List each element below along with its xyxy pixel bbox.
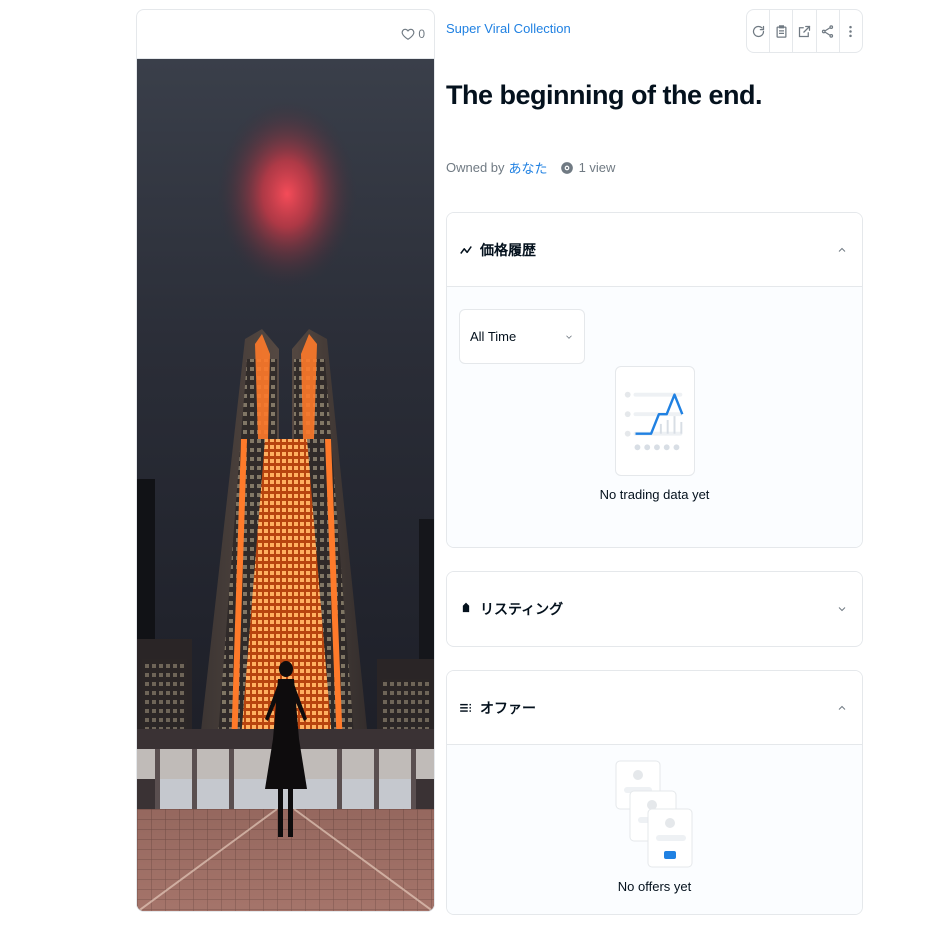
refresh-button[interactable] [747,10,771,52]
time-range-select[interactable]: All Time [459,309,585,364]
chevron-up-icon [838,705,846,710]
more-icon [849,25,853,37]
time-range-value: All Time [470,329,517,344]
price-history-body: All Time No trading data yet [447,286,862,547]
offers-header[interactable]: オファー [447,671,862,744]
list-icon [459,701,473,715]
views-label: 1 view [578,160,616,175]
chevron-up-icon [838,247,846,252]
nft-image[interactable] [137,59,434,911]
owner-link[interactable]: あなた [509,158,548,177]
no-trading-data-text: No trading data yet [599,487,710,502]
owned-by-label: Owned by [446,160,505,175]
share-button[interactable] [817,10,840,52]
transfer-icon [776,24,787,38]
trending-icon [459,243,473,257]
listing-header[interactable]: リスティング [447,572,862,645]
favorite-count: 0 [418,27,425,41]
price-history-panel: 価格履歴 All Time No trading data yet [446,212,863,548]
more-options-button[interactable] [840,10,862,52]
chevron-down-icon [838,606,846,611]
refresh-icon [752,25,764,37]
external-link-button[interactable] [793,10,817,52]
nft-image-card: 0 [136,9,435,912]
listing-panel: リスティング [446,571,863,647]
item-title: The beginning of the end. [446,80,762,110]
offers-title: オファー [480,699,536,716]
tag-icon [459,602,473,616]
image-card-header: 0 [137,10,434,59]
empty-offers-illustration [612,759,696,871]
views-count: 1 view [560,160,616,175]
eye-icon [560,161,573,174]
empty-chart-illustration [615,366,695,476]
listing-title: リスティング [480,600,564,617]
offers-body: No offers yet [447,744,862,914]
collection-link[interactable]: Super Viral Collection [446,21,571,36]
owner-row: Owned by あなた 1 view [446,158,615,177]
price-history-title: 価格履歴 [480,241,536,258]
heart-icon [401,28,415,40]
offers-panel: オファー No offers yet [446,670,863,915]
share-icon [822,24,834,38]
favorite-button[interactable]: 0 [401,27,425,41]
item-toolbar [746,9,863,53]
no-offers-text: No offers yet [617,879,692,894]
external-link-icon [798,25,811,37]
chevron-down-icon [566,334,572,339]
transfer-button[interactable] [770,10,794,52]
price-history-header[interactable]: 価格履歴 [447,213,862,286]
